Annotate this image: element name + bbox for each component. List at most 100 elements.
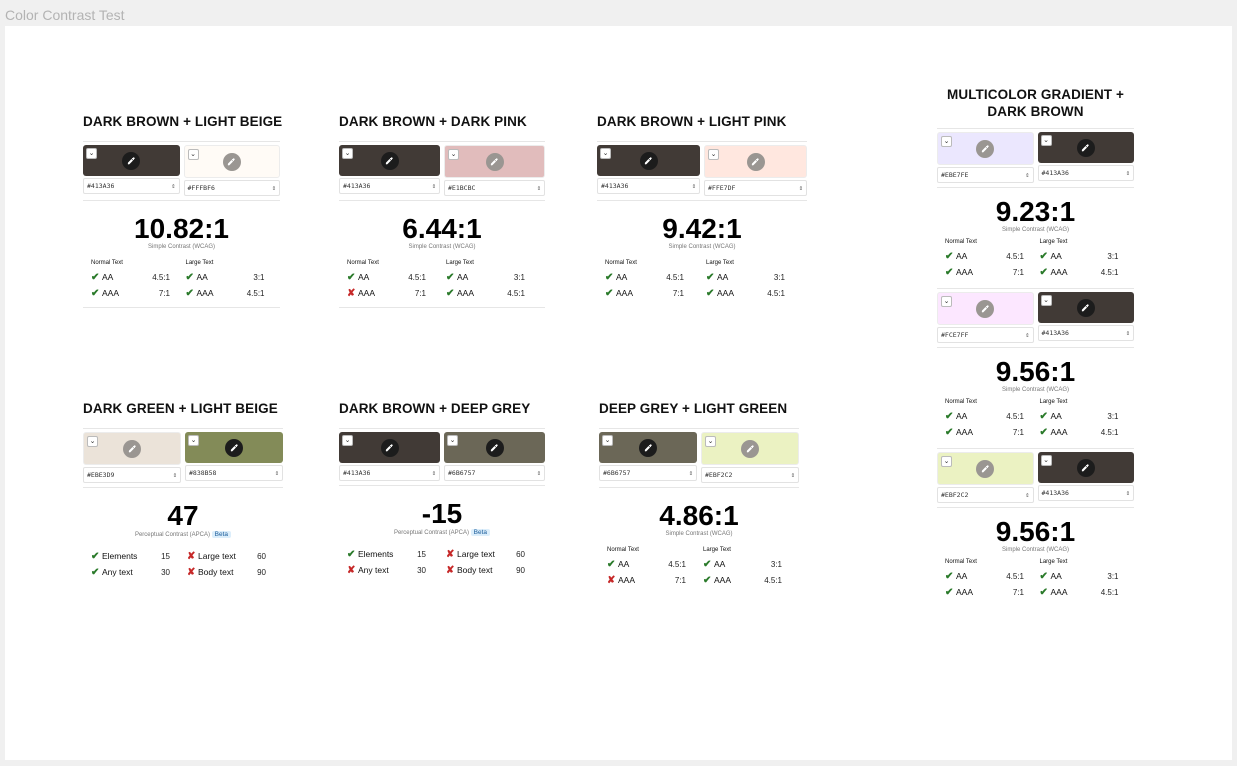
hex-select[interactable]: #FCE7FF ⇕ <box>937 327 1034 343</box>
hex-select[interactable]: #413A36 ⇕ <box>339 465 440 481</box>
color-picker[interactable]: ⌄ #FCE7FF ⇕ <box>937 292 1034 343</box>
color-picker[interactable]: ⌄ #413A36 ⇕ <box>1037 452 1134 503</box>
color-swatch[interactable]: ⌄ <box>704 145 807 178</box>
eyedropper-icon[interactable] <box>225 438 243 457</box>
hex-select[interactable]: #413A36 ⇕ <box>1037 325 1134 341</box>
result-threshold: 4.5:1 <box>507 288 525 298</box>
eyedropper-icon[interactable] <box>639 438 657 457</box>
eyedropper-icon[interactable] <box>741 439 759 458</box>
hex-select[interactable]: #413A36 ⇕ <box>1037 165 1134 181</box>
chevron-down-icon[interactable]: ⌄ <box>1040 455 1052 466</box>
color-swatch[interactable]: ⌄ <box>937 452 1034 485</box>
chevron-down-icon[interactable]: ⌄ <box>941 136 952 147</box>
chevron-down-icon[interactable]: ⌄ <box>342 148 353 159</box>
color-swatch[interactable]: ⌄ <box>701 432 799 465</box>
chevron-down-icon[interactable]: ⌄ <box>448 149 459 160</box>
hex-select[interactable]: #413A36 ⇕ <box>597 178 700 194</box>
eyedropper-icon[interactable] <box>1076 458 1095 477</box>
hex-select[interactable]: #E1BCBC ⇕ <box>444 180 545 196</box>
contrast-method: Perceptual Contrast (APCA) Beta <box>339 529 545 536</box>
color-swatch[interactable]: ⌄ <box>937 132 1034 165</box>
color-swatch[interactable]: ⌄ <box>183 145 280 178</box>
color-picker[interactable]: ⌄ #838B58 ⇕ <box>185 432 283 483</box>
hex-select[interactable]: #EBF2C2 ⇕ <box>701 467 799 483</box>
checkmark-icon: ✔ <box>347 548 356 560</box>
eyedropper-icon[interactable] <box>1076 138 1095 157</box>
eyedropper-icon[interactable] <box>1076 298 1095 317</box>
results-grid: ✔ Elements 15 ✘ Any text 30 ✘ Large text… <box>339 546 545 578</box>
chevron-down-icon[interactable]: ⌄ <box>1040 135 1052 146</box>
chevron-down-icon[interactable]: ⌄ <box>941 456 952 467</box>
color-picker[interactable]: ⌄ #EBF2C2 ⇕ <box>701 432 799 483</box>
contrast-method: Simple Contrast (WCAG) <box>597 244 807 250</box>
eyedropper-icon[interactable] <box>122 151 141 170</box>
color-picker[interactable]: ⌄ #413A36 ⇕ <box>83 145 180 196</box>
color-picker[interactable]: ⌄ #413A36 ⇕ <box>597 145 700 196</box>
chevron-down-icon[interactable]: ⌄ <box>705 436 716 447</box>
hex-select[interactable]: #413A36 ⇕ <box>1037 485 1134 501</box>
eyedropper-icon[interactable] <box>976 459 995 478</box>
color-picker[interactable]: ⌄ #413A36 ⇕ <box>1037 292 1134 343</box>
chevron-down-icon[interactable]: ⌄ <box>708 149 719 160</box>
chevron-down-icon[interactable]: ⌄ <box>87 436 98 447</box>
eyedropper-icon[interactable] <box>380 151 399 170</box>
eyedropper-icon[interactable] <box>485 438 504 457</box>
color-picker[interactable]: ⌄ #EBF2C2 ⇕ <box>937 452 1034 503</box>
chevron-down-icon[interactable]: ⌄ <box>188 435 199 446</box>
chevron-down-icon[interactable]: ⌄ <box>1040 295 1052 306</box>
eyedropper-icon[interactable] <box>123 439 141 458</box>
hex-select[interactable]: #EBE3D9 ⇕ <box>83 467 181 483</box>
hex-select[interactable]: #EBE7FE ⇕ <box>937 167 1034 183</box>
color-picker[interactable]: ⌄ #413A36 ⇕ <box>1037 132 1134 183</box>
color-picker[interactable]: ⌄ #E1BCBC ⇕ <box>444 145 545 196</box>
eyedropper-icon[interactable] <box>746 152 765 171</box>
color-swatch[interactable]: ⌄ <box>83 145 180 176</box>
hex-select[interactable]: #838B58 ⇕ <box>185 465 283 481</box>
result-row: ✔ Any text 30 <box>91 564 187 580</box>
color-picker[interactable]: ⌄ #FFE7DF ⇕ <box>704 145 807 196</box>
result-label: Elements <box>358 549 394 559</box>
color-swatch[interactable]: ⌄ <box>1037 452 1134 483</box>
chevron-down-icon[interactable]: ⌄ <box>602 435 613 446</box>
color-swatch[interactable]: ⌄ <box>185 432 283 463</box>
result-threshold: 90 <box>516 565 525 575</box>
eyedropper-icon[interactable] <box>976 299 995 318</box>
color-picker[interactable]: ⌄ #FFFBF6 ⇕ <box>183 145 280 196</box>
color-swatch[interactable]: ⌄ <box>1037 132 1134 163</box>
color-swatch[interactable]: ⌄ <box>444 432 545 463</box>
hex-select[interactable]: #FFFBF6 ⇕ <box>183 180 280 196</box>
hex-select[interactable]: #413A36 ⇕ <box>83 178 180 194</box>
color-swatch[interactable]: ⌄ <box>597 145 700 176</box>
chevron-down-icon[interactable]: ⌄ <box>941 296 952 307</box>
hex-select[interactable]: #FFE7DF ⇕ <box>704 180 807 196</box>
chevron-down-icon[interactable]: ⌄ <box>447 435 458 446</box>
hex-select[interactable]: #6B6757 ⇕ <box>599 465 697 481</box>
color-picker[interactable]: ⌄ #413A36 ⇕ <box>339 145 440 196</box>
color-picker[interactable]: ⌄ #413A36 ⇕ <box>339 432 440 481</box>
eyedropper-icon[interactable] <box>976 139 995 158</box>
color-swatch[interactable]: ⌄ <box>444 145 545 178</box>
color-swatch[interactable]: ⌄ <box>339 432 440 463</box>
color-picker[interactable]: ⌄ #6B6757 ⇕ <box>599 432 697 483</box>
result-label: AA <box>196 272 208 282</box>
color-picker[interactable]: ⌄ #6B6757 ⇕ <box>444 432 545 481</box>
eyedropper-icon[interactable] <box>639 151 658 170</box>
hex-select[interactable]: #413A36 ⇕ <box>339 178 440 194</box>
eyedropper-icon[interactable] <box>380 438 399 457</box>
eyedropper-icon[interactable] <box>485 152 504 171</box>
color-swatch[interactable]: ⌄ <box>1037 292 1134 323</box>
color-picker[interactable]: ⌄ #EBE3D9 ⇕ <box>83 432 181 483</box>
color-swatch[interactable]: ⌄ <box>937 292 1034 325</box>
eyedropper-icon[interactable] <box>222 152 241 171</box>
hex-select[interactable]: #6B6757 ⇕ <box>444 465 545 481</box>
chevron-down-icon[interactable]: ⌄ <box>86 148 97 159</box>
hex-select[interactable]: #EBF2C2 ⇕ <box>937 487 1034 503</box>
color-swatch[interactable]: ⌄ <box>339 145 440 176</box>
color-swatch[interactable]: ⌄ <box>83 432 181 465</box>
color-swatch[interactable]: ⌄ <box>599 432 697 463</box>
chevron-down-icon[interactable]: ⌄ <box>187 149 199 160</box>
chevron-down-icon[interactable]: ⌄ <box>600 148 611 159</box>
color-picker[interactable]: ⌄ #EBE7FE ⇕ <box>937 132 1034 183</box>
chevron-down-icon[interactable]: ⌄ <box>342 435 353 446</box>
results-grid: Normal Text ✔ AA 4.5:1 ✘ AAA 7:1 Large T… <box>339 260 545 301</box>
